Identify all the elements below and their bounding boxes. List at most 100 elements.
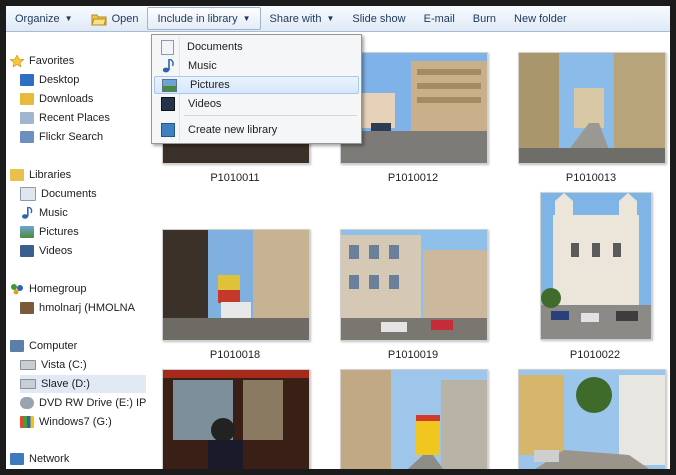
file-name: P1010018 xyxy=(209,349,261,361)
thumbnail-P1010018[interactable] xyxy=(162,229,310,341)
nav-drive-g[interactable]: Windows7 (G:) xyxy=(20,413,160,431)
user-icon xyxy=(20,302,34,314)
thumbnail-P1010022[interactable] xyxy=(540,192,652,340)
file-name: P1010019 xyxy=(387,349,439,361)
include-in-library-label: Include in library xyxy=(157,12,238,25)
nav-libraries-label: Libraries xyxy=(29,169,72,181)
nav-drive-e-label: DVD RW Drive (E:) IP xyxy=(39,397,147,409)
open-button[interactable]: Open xyxy=(82,7,148,30)
chevron-down-icon: ▼ xyxy=(242,14,251,23)
drive-icon xyxy=(20,379,36,389)
command-bar: Organize ▼ Open Include in library ▼ Share… xyxy=(6,6,670,32)
nav-lib-documents-label: Documents xyxy=(41,188,97,200)
thumbnail-P1010013[interactable] xyxy=(518,52,666,164)
nav-computer[interactable]: Computer xyxy=(10,337,150,355)
nav-lib-videos-label: Videos xyxy=(39,245,73,257)
nav-recent-places[interactable]: Recent Places xyxy=(20,109,160,127)
menu-item-label: Documents xyxy=(187,41,243,53)
libraries-icon xyxy=(10,169,24,181)
burn-label: Burn xyxy=(472,12,497,25)
nav-network-label: Network xyxy=(29,453,70,465)
documents-icon xyxy=(161,39,174,55)
share-with-button[interactable]: Share with ▼ xyxy=(261,7,344,30)
navigation-pane: Favorites Desktop Downloads Recent Place… xyxy=(6,32,146,469)
windows-drive-icon xyxy=(20,416,34,428)
drive-icon xyxy=(20,360,36,370)
computer-icon xyxy=(10,340,24,352)
dvd-drive-icon xyxy=(20,397,34,409)
desktop-icon xyxy=(20,74,34,86)
nav-favorites[interactable]: Favorites xyxy=(10,52,150,70)
nav-homegroup-user-label: hmolnarj (HMOLNA xyxy=(39,302,135,314)
file-name: P1010012 xyxy=(387,172,439,184)
nav-drive-g-label: Windows7 (G:) xyxy=(39,416,112,428)
nav-flickr-search[interactable]: Flickr Search xyxy=(20,128,160,146)
nav-drive-c[interactable]: Vista (C:) xyxy=(20,356,160,374)
downloads-icon xyxy=(20,93,34,105)
explorer-window: Organize ▼ Open Include in library ▼ Share… xyxy=(6,6,670,469)
menu-item-label: Videos xyxy=(188,98,222,110)
nav-drive-c-label: Vista (C:) xyxy=(41,359,87,371)
music-icon xyxy=(20,206,34,219)
open-label: Open xyxy=(111,12,139,25)
burn-button[interactable]: Burn xyxy=(464,7,505,30)
nav-desktop-label: Desktop xyxy=(39,74,80,86)
file-name: P1010013 xyxy=(565,172,617,184)
thumbnail-P1010012[interactable] xyxy=(340,52,488,164)
nav-libraries[interactable]: Libraries xyxy=(10,166,150,184)
menu-item-create-new-library[interactable]: Create new library xyxy=(154,121,359,139)
nav-drive-d[interactable]: Slave (D:) xyxy=(20,375,146,393)
folder-open-icon xyxy=(90,12,107,26)
thumbnail-tram-interior[interactable] xyxy=(162,369,310,469)
nav-recent-places-label: Recent Places xyxy=(39,112,110,124)
star-icon xyxy=(10,54,25,68)
chevron-down-icon: ▼ xyxy=(64,14,73,23)
videos-icon xyxy=(161,97,175,111)
network-icon xyxy=(10,453,24,465)
menu-item-videos[interactable]: Videos xyxy=(154,95,359,113)
nav-lib-documents[interactable]: Documents xyxy=(20,185,160,203)
thumbnail-P1010019[interactable] xyxy=(340,229,488,341)
nav-desktop[interactable]: Desktop xyxy=(20,71,160,89)
nav-lib-music[interactable]: Music xyxy=(20,204,160,222)
thumbnail-hill-street[interactable] xyxy=(518,369,666,469)
nav-lib-pictures[interactable]: Pictures xyxy=(20,223,160,241)
nav-lib-videos[interactable]: Videos xyxy=(20,242,160,260)
recent-places-icon xyxy=(20,112,34,124)
nav-lib-pictures-label: Pictures xyxy=(39,226,79,238)
nav-drive-e[interactable]: DVD RW Drive (E:) IP xyxy=(20,394,160,412)
videos-icon xyxy=(20,245,34,257)
nav-flickr-search-label: Flickr Search xyxy=(39,131,104,143)
chevron-down-icon: ▼ xyxy=(326,14,335,23)
new-folder-label: New folder xyxy=(514,12,567,25)
email-button[interactable]: E-mail xyxy=(415,7,464,30)
music-icon xyxy=(161,58,175,73)
menu-item-label: Pictures xyxy=(190,79,230,91)
thumbnail-tram-street[interactable] xyxy=(340,369,488,469)
pictures-icon xyxy=(20,226,34,238)
menu-item-pictures[interactable]: Pictures xyxy=(154,76,359,94)
file-name: P1010011 xyxy=(210,172,260,184)
file-name: P1010022 xyxy=(569,349,621,361)
organize-label: Organize xyxy=(15,12,60,25)
nav-network[interactable]: Network xyxy=(10,450,150,468)
nav-downloads-label: Downloads xyxy=(39,93,94,105)
nav-downloads[interactable]: Downloads xyxy=(20,90,160,108)
homegroup-icon xyxy=(10,283,24,295)
menu-item-music[interactable]: Music xyxy=(154,57,359,75)
nav-computer-label: Computer xyxy=(29,340,78,352)
slide-show-label: Slide show xyxy=(352,12,406,25)
menu-item-documents[interactable]: Documents xyxy=(154,38,359,56)
pictures-icon xyxy=(162,78,177,92)
menu-separator xyxy=(184,115,357,116)
new-folder-button[interactable]: New folder xyxy=(505,7,576,30)
nav-homegroup-user[interactable]: hmolnarj (HMOLNA xyxy=(20,299,160,317)
organize-button[interactable]: Organize ▼ xyxy=(6,7,82,30)
nav-lib-music-label: Music xyxy=(39,207,68,219)
nav-homegroup-label: Homegroup xyxy=(29,283,87,295)
nav-homegroup[interactable]: Homegroup xyxy=(10,280,150,298)
slide-show-button[interactable]: Slide show xyxy=(343,7,414,30)
menu-item-label: Create new library xyxy=(188,124,278,136)
include-in-library-button[interactable]: Include in library ▼ xyxy=(147,7,261,30)
search-folder-icon xyxy=(20,131,34,143)
